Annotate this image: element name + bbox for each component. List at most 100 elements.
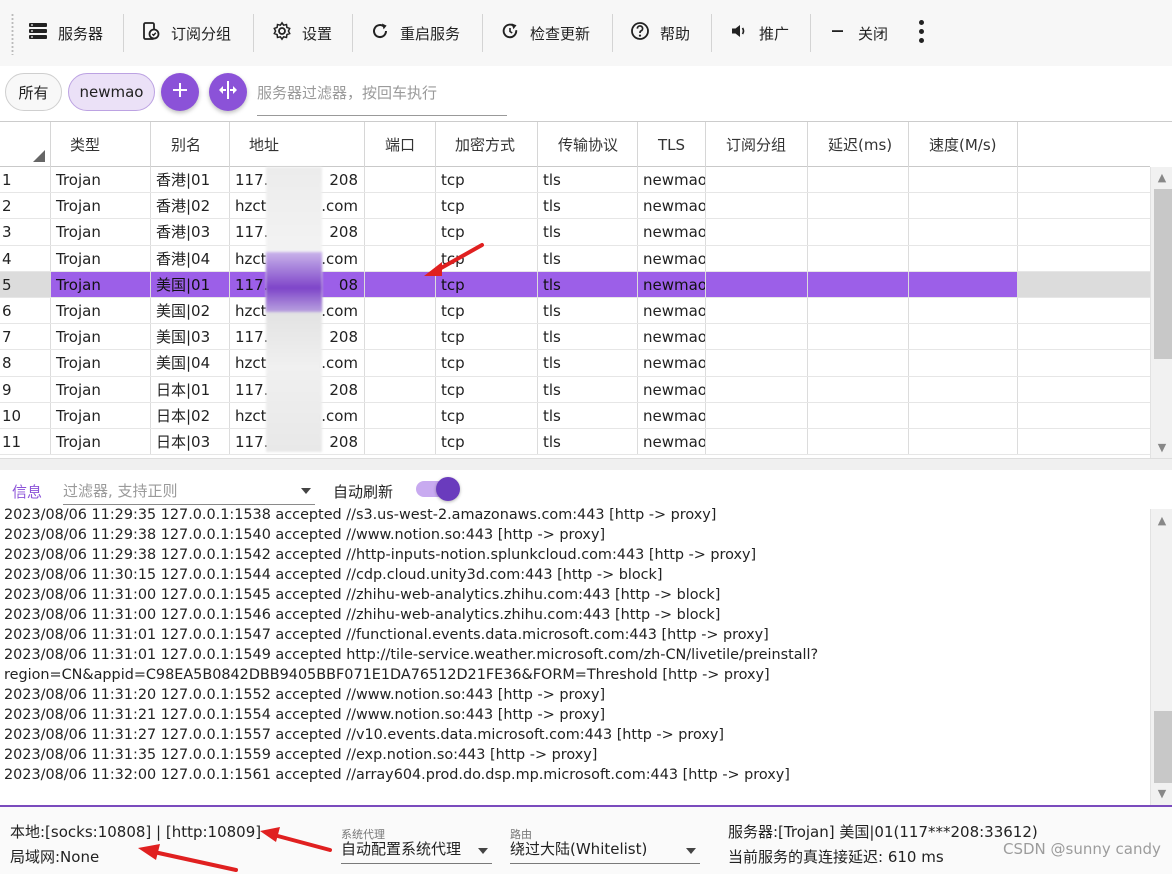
dropdown-arrow-icon[interactable] (301, 488, 311, 494)
auto-refresh-label: 自动刷新 (333, 483, 394, 501)
cell-latency (808, 376, 909, 402)
close-button[interactable]: 关闭 (828, 14, 888, 52)
log-line: 2023/08/06 11:30:15 127.0.0.1:1544 accep… (4, 567, 663, 583)
table-row[interactable]: 7 Trojan 美国|03 117. 208 tcp tls newmao (0, 324, 1150, 351)
cell-alias: 美国|03 (151, 324, 230, 350)
cell-speed (909, 402, 1018, 428)
column-header-address[interactable]: 地址 (230, 122, 365, 167)
servers-button[interactable]: 服务器 (28, 14, 103, 52)
cell-port (365, 350, 436, 376)
scroll-up-icon[interactable]: ▲ (1155, 514, 1169, 528)
cell-port (365, 193, 436, 219)
cell-transport: tls (538, 324, 638, 350)
panel-splitter[interactable] (0, 458, 1172, 470)
cell-tls: newmao (638, 219, 706, 245)
row-number: 8 (0, 350, 51, 376)
subscription-group-button[interactable]: 订阅分组 (141, 14, 231, 52)
settings-button[interactable]: 设置 (272, 14, 332, 52)
table-row[interactable]: 5 Trojan 美国|01 117. 08 tcp tls newmao (0, 271, 1150, 298)
column-header-subscription[interactable]: 订阅分组 (706, 122, 808, 167)
cell-type: Trojan (51, 193, 151, 219)
column-header-encryption[interactable]: 加密方式 (436, 122, 538, 167)
system-proxy-select[interactable]: 自动配置系统代理 (341, 838, 492, 864)
more-options-icon[interactable] (915, 20, 927, 46)
help-button[interactable]: 帮助 (630, 14, 690, 52)
toolbar-grip[interactable] (11, 13, 14, 55)
table-row[interactable]: 4 Trojan 香港|04 hzct. .com tcp tls newmao (0, 245, 1150, 272)
cell-tls: newmao (638, 376, 706, 402)
toolbar-divider (810, 14, 811, 52)
row-filler (1018, 193, 1150, 218)
gear-icon (272, 21, 292, 45)
table-row[interactable]: 9 Trojan 日本|01 117. 208 tcp tls newmao (0, 376, 1150, 403)
table-row[interactable]: 2 Trojan 香港|02 hzct. .com tcp tls newmao (0, 193, 1150, 220)
cell-speed (909, 245, 1018, 271)
column-header-latency[interactable]: 延迟(ms) (808, 122, 909, 167)
table-row[interactable]: 6 Trojan 美国|02 hzct. .com tcp tls newmao (0, 297, 1150, 325)
log-output[interactable]: 2023/08/06 11:29:35 127.0.0.1:1538 accep… (0, 507, 1150, 803)
local-ports-text: 本地:[socks:10808] | [http:10809] (10, 823, 262, 841)
auto-refresh-toggle[interactable] (416, 477, 460, 501)
filter-chip-newmao[interactable]: newmao (68, 73, 155, 111)
scrollbar-thumb[interactable] (1154, 711, 1172, 783)
subscription-group-label: 订阅分组 (171, 24, 232, 43)
table-row[interactable]: 10 Trojan 日本|02 hzct. n.com tcp tls newmao (0, 402, 1150, 429)
filter-chip-all[interactable]: 所有 (5, 73, 62, 111)
column-header-label: 订阅分组 (726, 136, 787, 154)
address-prefix: 117. (235, 380, 269, 399)
cell-speed (909, 219, 1018, 245)
cell-tls: newmao (638, 350, 706, 376)
scrollbar-thumb[interactable] (1154, 189, 1172, 359)
cell-tls: newmao (638, 193, 706, 219)
column-header-tls[interactable]: TLS (638, 122, 706, 167)
cell-latency (808, 428, 909, 455)
table-row[interactable]: 11 Trojan 日本|03 117. 208 tcp tls newmao (0, 428, 1150, 456)
column-header-label: TLS (658, 135, 686, 154)
table-row[interactable]: 3 Trojan 香港|03 117. 208 tcp tls newmao (0, 219, 1150, 246)
cell-encryption: tcp (436, 402, 538, 428)
scroll-down-icon[interactable]: ▼ (1155, 441, 1169, 455)
log-line: 2023/08/06 11:29:35 127.0.0.1:1538 accep… (4, 507, 717, 523)
scroll-up-icon[interactable]: ▲ (1155, 171, 1169, 185)
table-header: 类型 别名 地址 端口 加密方式 传输协议 TLS 订阅分组 延迟(ms) 速度… (0, 122, 1150, 167)
cell-latency (808, 167, 909, 193)
row-filler (1018, 246, 1150, 271)
routing-select[interactable]: 绕过大陆(Whitelist) (510, 838, 700, 864)
cell-encryption: tcp (436, 219, 538, 245)
column-header-transport[interactable]: 传输协议 (538, 122, 638, 167)
log-line: 2023/08/06 11:31:35 127.0.0.1:1559 accep… (4, 747, 598, 763)
table-row[interactable]: 8 Trojan 美国|04 hzct. n.com tcp tls newmao (0, 350, 1150, 377)
address-suffix: 08 (338, 275, 358, 294)
table-row[interactable]: 1 Trojan 香港|01 117. 208 tcp tls newmao (0, 167, 1150, 194)
cell-encryption: tcp (436, 428, 538, 455)
server-table-scrollbar[interactable]: ▲ ▼ (1150, 167, 1172, 458)
toolbar-divider (711, 14, 712, 52)
scroll-down-icon[interactable]: ▼ (1155, 787, 1169, 801)
move-group-button[interactable] (209, 73, 247, 111)
column-header-alias[interactable]: 别名 (151, 122, 230, 167)
cell-encryption: tcp (436, 350, 538, 376)
cell-latency (808, 271, 909, 297)
column-header-speed[interactable]: 速度(M/s) (909, 122, 1018, 167)
info-tab[interactable]: 信息 (12, 481, 42, 502)
server-filter-input[interactable]: 服务器过滤器，按回车执行 (257, 78, 507, 116)
restart-service-button[interactable]: 重启服务 (370, 14, 460, 52)
cell-alias: 香港|02 (151, 193, 230, 219)
check-update-label: 检查更新 (530, 24, 591, 43)
cell-encryption: tcp (436, 193, 538, 219)
system-proxy-value: 自动配置系统代理 (341, 840, 462, 858)
cell-subscription (706, 402, 808, 428)
log-line: 2023/08/06 11:31:27 127.0.0.1:1557 accep… (4, 727, 724, 743)
column-header-port[interactable]: 端口 (365, 122, 436, 167)
cell-encryption: tcp (436, 376, 538, 402)
promote-button[interactable]: 推广 (729, 14, 789, 52)
log-line: 2023/08/06 11:31:20 127.0.0.1:1552 accep… (4, 687, 606, 703)
row-number: 6 (0, 297, 51, 324)
select-all-corner[interactable] (0, 122, 51, 167)
log-scrollbar[interactable]: ▲ ▼ (1150, 509, 1172, 805)
row-number: 2 (0, 193, 51, 219)
column-header-type[interactable]: 类型 (51, 122, 151, 167)
check-update-button[interactable]: 检查更新 (500, 14, 590, 52)
add-group-button[interactable] (161, 73, 199, 111)
log-filter-combobox[interactable]: 过滤器, 支持正则 (63, 477, 315, 505)
